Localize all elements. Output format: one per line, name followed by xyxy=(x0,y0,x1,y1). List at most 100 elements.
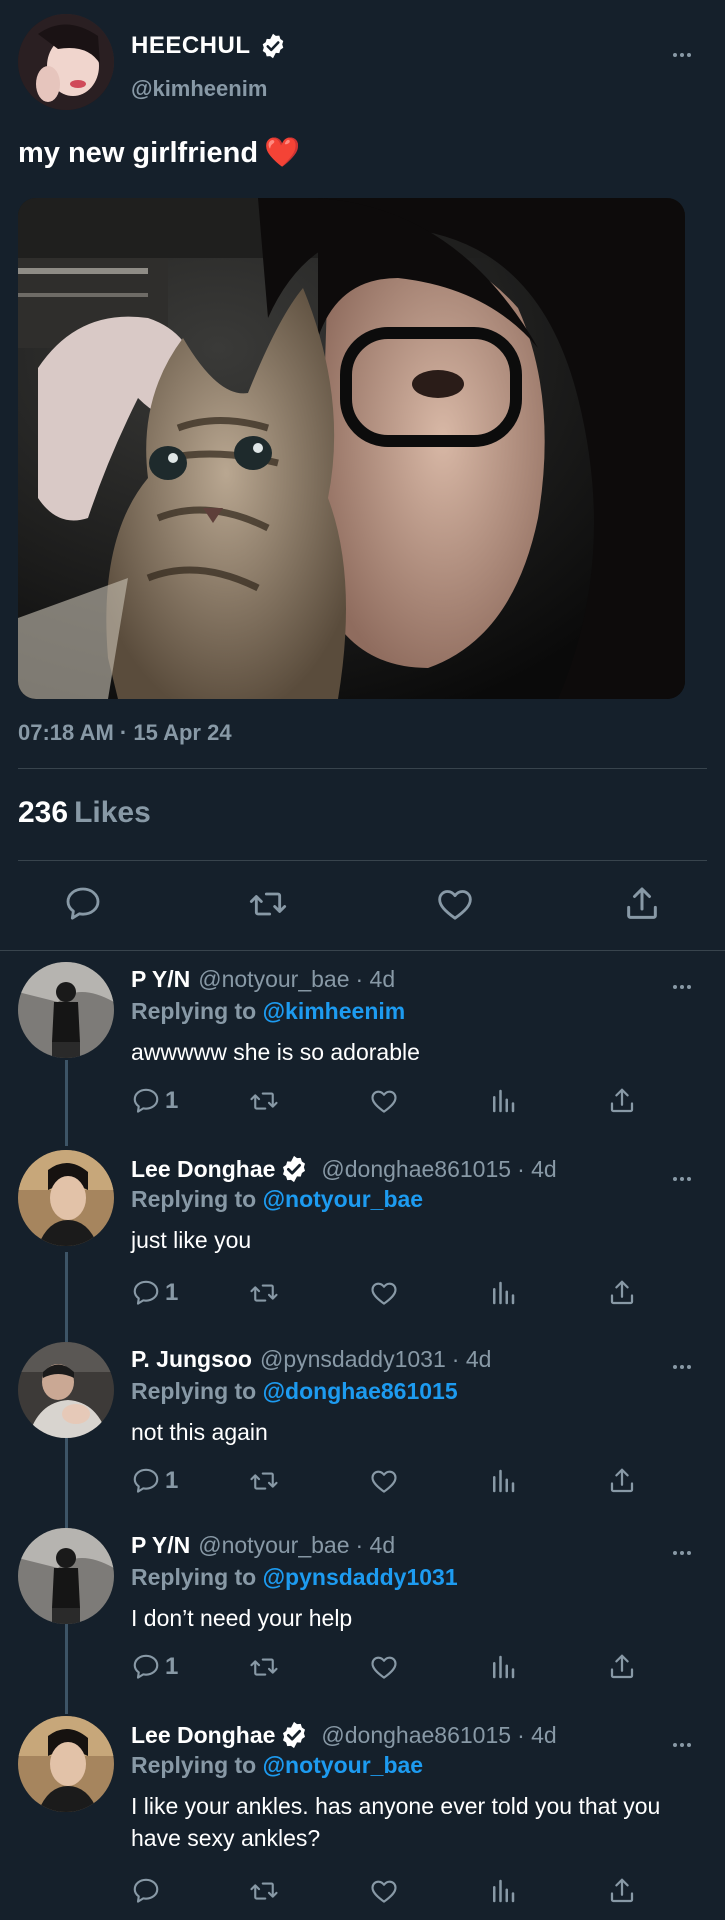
reply-author-handle[interactable]: @pynsdaddy1031 xyxy=(260,1346,446,1373)
retweet-button[interactable] xyxy=(249,1652,279,1682)
share-icon xyxy=(607,1466,637,1496)
reply-button[interactable] xyxy=(131,1876,165,1906)
reply-header: P. Jungsoo @pynsdaddy1031 · 4d xyxy=(131,1346,491,1373)
reply-author-name[interactable]: Lee Donghae xyxy=(131,1156,275,1183)
verified-badge-icon xyxy=(279,1154,309,1184)
like-button[interactable] xyxy=(369,1278,399,1308)
more-icon[interactable] xyxy=(673,1168,697,1181)
thread-line xyxy=(65,1060,68,1146)
retweet-button[interactable] xyxy=(249,1466,279,1496)
main-author-name[interactable]: HEECHUL xyxy=(131,32,287,60)
thread-line xyxy=(65,1252,68,1344)
avatar-image xyxy=(18,14,114,110)
analytics-button[interactable] xyxy=(488,1086,518,1116)
retweet-button[interactable] xyxy=(249,1086,279,1116)
heart-icon[interactable] xyxy=(435,884,475,924)
avatar[interactable] xyxy=(18,962,114,1058)
more-icon[interactable] xyxy=(673,1542,697,1555)
reply-time: · 4d xyxy=(517,1721,557,1748)
likes-stat[interactable]: 236 Likes xyxy=(18,796,151,830)
reply-actions: 1 xyxy=(131,1652,651,1682)
reply-author-handle[interactable]: @notyour_bae xyxy=(198,966,349,993)
replying-prefix: Replying to xyxy=(131,1186,257,1212)
more-icon[interactable] xyxy=(673,44,697,57)
reply-icon[interactable] xyxy=(63,884,103,924)
reply-header: P Y/N @notyour_bae · 4d xyxy=(131,1532,395,1559)
replying-to: Replying to @donghae861015 xyxy=(131,1378,458,1405)
share-button[interactable] xyxy=(607,1876,637,1906)
tweet-timestamp[interactable]: 07:18 AM · 15 Apr 24 xyxy=(18,720,232,746)
reply-icon xyxy=(131,1278,161,1308)
reply-icon xyxy=(131,1876,161,1906)
reply-actions xyxy=(131,1876,651,1906)
author-handle[interactable]: @kimheenim xyxy=(131,76,267,102)
avatar[interactable] xyxy=(18,1342,114,1438)
reply-author-name[interactable]: Lee Donghae xyxy=(131,1722,275,1749)
replying-to-handle[interactable]: @notyour_bae xyxy=(263,1752,423,1778)
reply-author-name[interactable]: P Y/N xyxy=(131,966,190,993)
replying-to-handle[interactable]: @notyour_bae xyxy=(263,1186,423,1212)
reply-author-handle[interactable]: @donghae861015 xyxy=(321,1156,511,1183)
tweet-photo[interactable] xyxy=(18,198,685,699)
reply-button[interactable]: 1 xyxy=(131,1652,178,1682)
like-button[interactable] xyxy=(369,1876,399,1906)
like-button[interactable] xyxy=(369,1652,399,1682)
reply-header: Lee Donghae @donghae861015 · 4d xyxy=(131,1154,557,1184)
share-button[interactable] xyxy=(607,1278,637,1308)
tweet-text: my new girlfriend ❤️ xyxy=(18,136,300,170)
analytics-icon xyxy=(488,1278,518,1308)
share-button[interactable] xyxy=(607,1466,637,1496)
share-icon xyxy=(607,1876,637,1906)
share-button[interactable] xyxy=(607,1086,637,1116)
share-button[interactable] xyxy=(607,1652,637,1682)
analytics-button[interactable] xyxy=(488,1876,518,1906)
reply-count: 1 xyxy=(165,1087,179,1114)
reply-icon xyxy=(131,1086,161,1116)
more-icon[interactable] xyxy=(673,976,697,989)
reply-count: 1 xyxy=(165,1653,179,1680)
reply-time: · 4d xyxy=(451,1346,492,1372)
retweet-button[interactable] xyxy=(249,1278,279,1308)
divider xyxy=(18,860,707,861)
reply-button[interactable]: 1 xyxy=(131,1466,178,1496)
more-icon[interactable] xyxy=(673,1734,697,1747)
reply-time: · 4d xyxy=(355,1532,396,1558)
analytics-icon xyxy=(488,1876,518,1906)
reply-text: awwwww she is so adorable xyxy=(131,1039,420,1065)
main-avatar[interactable] xyxy=(18,14,114,110)
like-button[interactable] xyxy=(369,1466,399,1496)
heart-icon xyxy=(369,1466,399,1496)
reply-author-handle[interactable]: @notyour_bae xyxy=(198,1532,349,1559)
share-icon xyxy=(607,1278,637,1308)
avatar[interactable] xyxy=(18,1716,114,1812)
replying-to-handle[interactable]: @kimheenim xyxy=(263,998,406,1024)
reply-text: just like you xyxy=(131,1227,252,1253)
reply-author-name[interactable]: P. Jungsoo xyxy=(131,1346,252,1373)
heart-icon xyxy=(369,1876,399,1906)
reply-author-handle[interactable]: @donghae861015 xyxy=(321,1722,511,1749)
analytics-button[interactable] xyxy=(488,1278,518,1308)
retweet-icon xyxy=(249,1652,279,1682)
reply-author-name[interactable]: P Y/N xyxy=(131,1532,190,1559)
like-button[interactable] xyxy=(369,1086,399,1116)
avatar[interactable] xyxy=(18,1528,114,1624)
analytics-button[interactable] xyxy=(488,1466,518,1496)
reply-button[interactable]: 1 xyxy=(131,1086,178,1116)
replying-to-handle[interactable]: @donghae861015 xyxy=(263,1378,458,1404)
avatar[interactable] xyxy=(18,1150,114,1246)
reply-icon xyxy=(131,1652,161,1682)
reply-button[interactable]: 1 xyxy=(131,1278,178,1308)
retweet-button[interactable] xyxy=(249,1876,279,1906)
more-icon[interactable] xyxy=(673,1356,697,1369)
replying-to-handle[interactable]: @pynsdaddy1031 xyxy=(263,1564,458,1590)
retweet-icon[interactable] xyxy=(248,884,288,924)
share-icon[interactable] xyxy=(622,884,662,924)
replying-prefix: Replying to xyxy=(131,1752,257,1778)
analytics-icon xyxy=(488,1466,518,1496)
reply-actions: 1 xyxy=(131,1278,651,1308)
heart-icon xyxy=(369,1278,399,1308)
replying-prefix: Replying to xyxy=(131,1564,257,1590)
author-name[interactable]: HEECHUL xyxy=(131,32,251,60)
retweet-icon xyxy=(249,1086,279,1116)
analytics-button[interactable] xyxy=(488,1652,518,1682)
